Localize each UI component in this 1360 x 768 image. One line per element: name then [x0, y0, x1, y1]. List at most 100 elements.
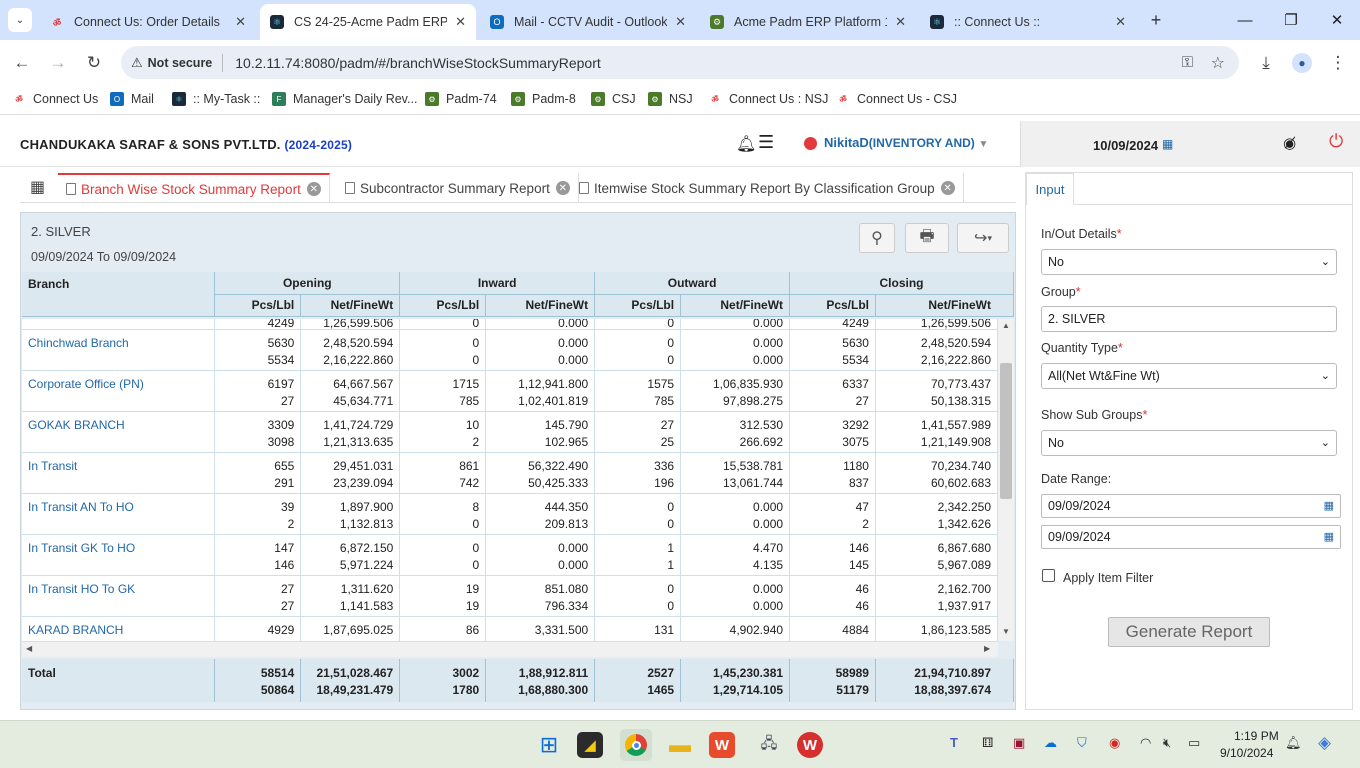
scroll-left-icon[interactable]: ◀ — [26, 644, 32, 653]
close-tab-icon[interactable]: ✕ — [940, 181, 955, 195]
close-tab-icon[interactable]: ✕ — [306, 182, 321, 196]
tray-app-icon[interactable]: ⚅ — [982, 735, 993, 751]
quantity-type-select[interactable]: All(Net Wt&Fine Wt) ⌄ — [1041, 363, 1337, 389]
column-header-netwt[interactable]: Net/FineWt — [875, 294, 1014, 317]
browser-tab[interactable]: ॐ Connect Us: Order Details ✕ — [40, 4, 256, 40]
scroll-right-icon[interactable]: ▶ — [984, 644, 990, 653]
tab-itemwise-stock[interactable]: Itemwise Stock Summary Report By Classif… — [571, 173, 964, 203]
column-header-netwt[interactable]: Net/FineWt — [300, 294, 401, 317]
tab-subcontractor-summary[interactable]: Subcontractor Summary Report ✕ — [337, 173, 579, 203]
tray-security-icon[interactable]: ⛉ — [1077, 735, 1087, 751]
close-tab-icon[interactable]: ✕ — [895, 14, 906, 30]
branch-link[interactable]: Corporate Office (PN) — [22, 370, 216, 412]
url-text[interactable]: 10.2.11.74:8080/padm/#/branchWiseStockSu… — [235, 55, 601, 71]
bookmark-star-icon[interactable]: ☆ — [1211, 53, 1225, 73]
close-tab-icon[interactable]: ✕ — [235, 14, 246, 30]
column-header-pcs[interactable]: Pcs/Lbl — [214, 294, 302, 317]
browser-menu-icon[interactable]: ⋮ — [1325, 50, 1351, 76]
close-tab-icon[interactable]: ✕ — [1115, 14, 1126, 30]
column-header-branch[interactable]: Branch — [22, 272, 216, 317]
chrome-icon[interactable] — [620, 729, 652, 761]
share-button[interactable]: ↪ ▾ — [957, 223, 1009, 253]
bell-icon[interactable]: 🔔︎ — [736, 134, 756, 154]
branch-link[interactable]: Chinchwad Branch — [22, 329, 216, 371]
file-explorer-icon[interactable]: ▬ — [664, 729, 696, 761]
bookmark-item[interactable]: ⚛:: My-Task :: — [172, 92, 260, 106]
close-tab-icon[interactable]: ✕ — [675, 14, 686, 30]
branch-link[interactable]: In Transit AN To HO — [22, 493, 216, 535]
apps-grid-icon[interactable]: ▦ — [30, 177, 45, 197]
clock-date[interactable]: 9/10/2024 — [1220, 746, 1273, 760]
table-row[interactable]: Chinchwad Branch 5630 5534 2,48,520.594 2,16… — [22, 329, 998, 371]
column-header-pcs[interactable]: Pcs/Lbl — [594, 294, 682, 317]
battery-icon[interactable]: ▭ — [1188, 735, 1200, 751]
table-row[interactable]: Corporate Office (PN) 6197 27 64,667.567 45,… — [22, 370, 998, 412]
bookmark-item[interactable]: O Mail — [110, 92, 154, 106]
inout-select[interactable]: No ⌄ — [1041, 249, 1337, 275]
eye-slash-icon[interactable]: ◉̸ — [1283, 134, 1296, 152]
calendar-icon[interactable]: ▦ — [1324, 530, 1334, 543]
power-icon[interactable]: ⏻ — [1329, 131, 1343, 152]
column-header-pcs[interactable]: Pcs/Lbl — [789, 294, 876, 317]
browser-tab[interactable]: ⚛ :: Connect Us :: ✕ — [920, 4, 1136, 40]
branch-link[interactable]: In Transit HO To GK — [22, 575, 216, 617]
horizontal-scrollbar[interactable]: ◀ ▶ — [22, 641, 998, 657]
forward-icon[interactable]: → — [45, 50, 71, 76]
address-bar[interactable]: ⚠ Not secure 10.2.11.74:8080/padm/#/bran… — [121, 46, 1239, 79]
download-icon[interactable]: ⤓ — [1253, 50, 1279, 76]
scroll-up-icon[interactable]: ▲ — [1002, 321, 1010, 330]
table-row[interactable]: KARAD BRANCH 4929 1,87,695.025 86 3,331.500 1… — [22, 616, 998, 641]
bookmark-item[interactable]: ⚙ Padm-74 — [425, 92, 497, 106]
location-pin-button[interactable]: ⚲ — [859, 223, 895, 253]
clock-time[interactable]: 1:19 PM — [1234, 729, 1279, 743]
generate-report-button[interactable]: Generate Report — [1108, 617, 1270, 647]
table-row[interactable]: In Transit 655 291 29,451.031 23,239.094 861 7… — [22, 452, 998, 494]
menu-list-icon[interactable]: ☰ — [758, 132, 774, 153]
reload-icon[interactable]: ↻ — [81, 50, 107, 76]
scroll-thumb[interactable] — [1000, 363, 1012, 499]
copilot-icon[interactable]: ◈ — [1318, 733, 1331, 753]
column-header-netwt[interactable]: Net/FineWt — [680, 294, 791, 317]
bookmark-item[interactable]: ॐ Connect Us : NSJ — [708, 92, 828, 106]
show-subgroups-select[interactable]: No ⌄ — [1041, 430, 1337, 456]
password-key-icon[interactable]: ⚿ — [1182, 54, 1193, 71]
table-row[interactable]: In Transit HO To GK 27 27 1,311.620 1,141.58… — [22, 575, 998, 617]
vertical-scrollbar[interactable]: ▲ ▼ — [998, 319, 1014, 641]
branch-link[interactable]: In Transit — [22, 452, 216, 494]
group-field[interactable]: 2. SILVER — [1041, 306, 1337, 332]
profile-avatar[interactable]: ● — [1289, 50, 1315, 76]
branch-link[interactable]: GOKAK BRANCH — [22, 411, 216, 453]
windows-start-icon[interactable]: ⊞ — [533, 729, 565, 761]
table-row[interactable]: In Transit AN To HO 39 2 1,897.900 1,132.813… — [22, 493, 998, 535]
network-app-icon[interactable]: 🖧︎ — [753, 729, 785, 761]
calendar-icon[interactable]: ▦ — [1324, 499, 1334, 512]
date-to-input[interactable]: 09/09/2024 ▦ — [1041, 525, 1341, 549]
close-tab-icon[interactable]: ✕ — [555, 181, 570, 195]
user-menu[interactable]: NikitaD(INVENTORY AND) ▼ — [824, 135, 988, 150]
tab-branch-wise-stock[interactable]: Branch Wise Stock Summary Report ✕ — [58, 173, 330, 203]
close-tab-icon[interactable]: ✕ — [455, 14, 466, 30]
print-button[interactable]: 🖶︎ — [905, 223, 949, 253]
bookmark-item[interactable]: ⚙ CSJ — [591, 92, 636, 106]
scroll-down-icon[interactable]: ▼ — [1002, 627, 1010, 636]
volume-muted-icon[interactable]: 🔇︎ — [1163, 735, 1171, 751]
sticky-notes-icon[interactable]: ◢ — [577, 732, 603, 758]
column-header-pcs[interactable]: Pcs/Lbl — [399, 294, 487, 317]
bookmark-item[interactable]: ⚙ Padm-8 — [511, 92, 576, 106]
warning-icon[interactable]: ⚠ — [131, 55, 143, 71]
date-from-input[interactable]: 09/09/2024 ▦ — [1041, 494, 1341, 518]
maximize-button[interactable]: ❐ — [1271, 6, 1311, 34]
wifi-icon[interactable]: ◠ — [1140, 735, 1151, 751]
table-row[interactable]: 4249 1,26,599.506 0 0.000 0 0.000 4249 1,26,599… — [22, 319, 998, 330]
bookmark-item[interactable]: ॐ Connect Us — [12, 92, 98, 106]
teams-icon[interactable]: T — [950, 735, 958, 750]
back-icon[interactable]: ← — [9, 50, 35, 76]
bookmark-item[interactable]: F Manager's Daily Rev... — [272, 92, 417, 106]
tray-app-icon[interactable]: ▣ — [1013, 735, 1025, 751]
tab-search-button[interactable]: ⌄ — [8, 8, 32, 32]
bookmark-item[interactable]: ॐ Connect Us - CSJ — [836, 92, 957, 106]
new-tab-button[interactable]: + — [1144, 8, 1168, 32]
tab-input[interactable]: Input — [1026, 173, 1074, 205]
close-window-button[interactable]: ✕ — [1317, 6, 1357, 34]
security-label[interactable]: Not secure — [148, 56, 213, 70]
